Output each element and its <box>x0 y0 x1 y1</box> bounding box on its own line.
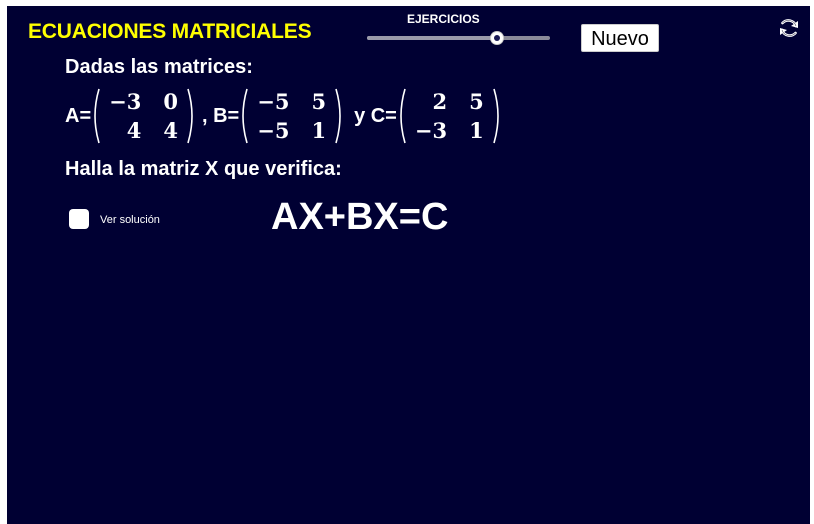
nuevo-button[interactable]: Nuevo <box>581 24 659 52</box>
matrix-b-label: , B= <box>201 104 240 127</box>
slider-thumb[interactable] <box>490 32 503 44</box>
applet-canvas: ECUACIONES MATRICIALES EJERCICIOS Nuevo … <box>7 6 810 524</box>
intro-text: Dadas las matrices: <box>65 56 253 78</box>
matrix-a-label: A= <box>65 104 92 127</box>
matrix-cell: 2 <box>432 89 448 114</box>
left-paren <box>242 88 248 144</box>
left-paren <box>94 88 100 144</box>
matrix-cell: 4 <box>163 118 178 143</box>
right-paren <box>335 88 341 144</box>
app-title: ECUACIONES MATRICIALES <box>28 20 312 43</box>
matrix-cell: −5 <box>257 89 290 114</box>
right-paren <box>187 88 193 144</box>
matrix-cell: 5 <box>469 89 484 114</box>
matrix-cell: 5 <box>311 89 327 114</box>
slider-track[interactable] <box>367 36 550 40</box>
matrix-cell: 1 <box>311 118 327 143</box>
matrix-cell: −3 <box>414 118 448 143</box>
left-paren <box>400 88 406 144</box>
matrix-cell: −5 <box>257 118 290 143</box>
matrices-row: A= −3 0 4 4 , B= −5 5 −5 1 y C= 2 5 −3 1 <box>65 86 502 146</box>
matrix-cell: 1 <box>469 118 484 143</box>
matrix-cell: 0 <box>163 89 178 114</box>
refresh-icon[interactable] <box>777 16 801 40</box>
equation-text: AX+BX=C <box>271 196 449 238</box>
ver-solucion-label[interactable]: Ver solución <box>100 214 160 226</box>
matrix-c-label: y C= <box>354 104 397 127</box>
ver-solucion-checkbox[interactable] <box>69 209 89 229</box>
matrix-a: −3 0 4 4 <box>101 88 186 144</box>
matrix-cell: −3 <box>109 89 142 114</box>
exercise-slider[interactable]: EJERCICIOS <box>365 10 551 50</box>
matrix-cell: 4 <box>126 118 142 143</box>
question-text: Halla la matriz X que verifica: <box>65 158 342 180</box>
slider-fill <box>367 36 497 40</box>
matrix-b: −5 5 −5 1 <box>249 88 334 144</box>
matrix-c: 2 5 −3 1 <box>407 88 492 144</box>
slider-label: EJERCICIOS <box>407 12 480 26</box>
right-paren <box>492 88 499 144</box>
